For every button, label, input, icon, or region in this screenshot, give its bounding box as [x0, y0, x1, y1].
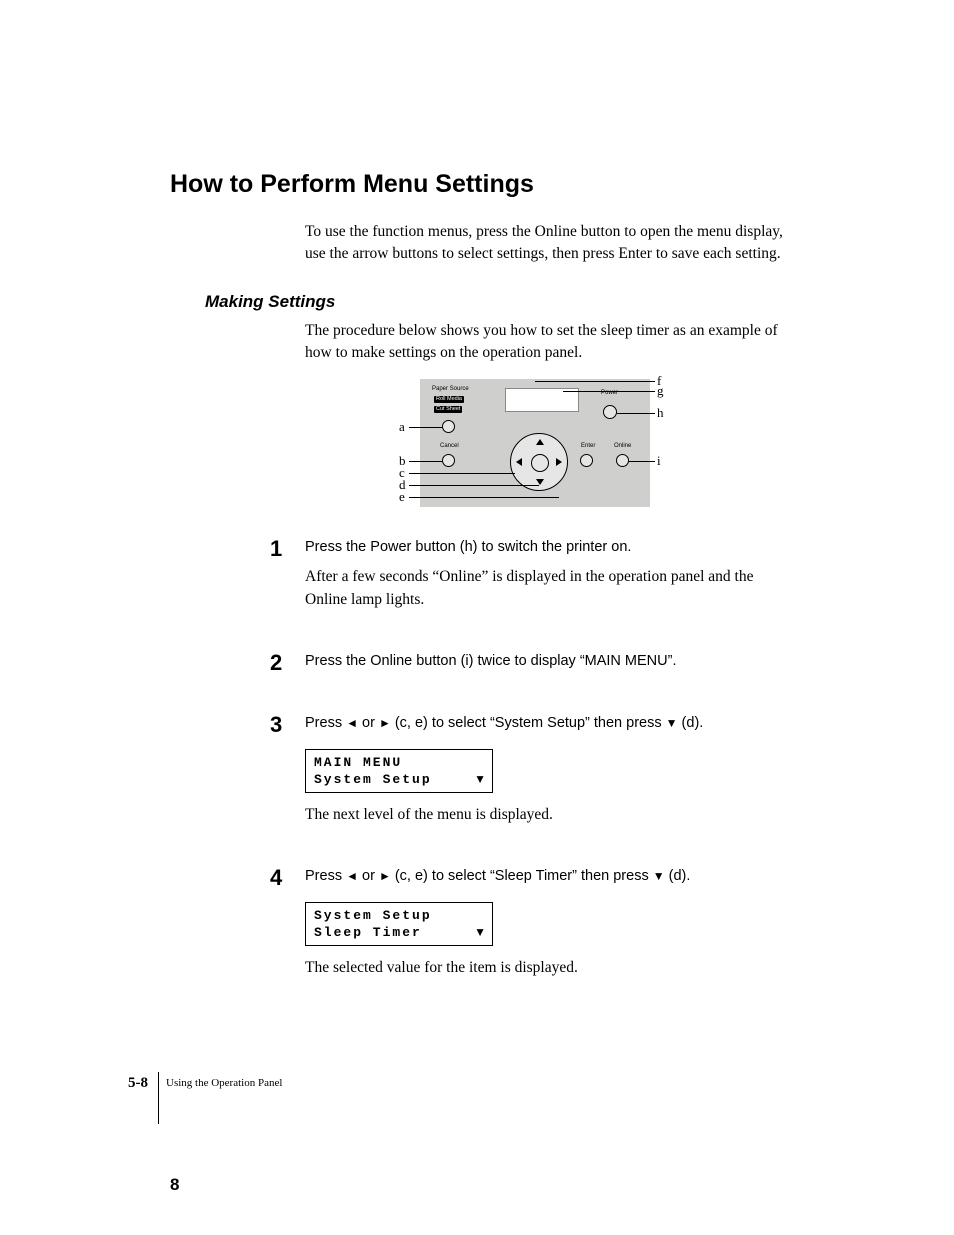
step-4: 4 Press ◄ or ► (c, e) to select “Sleep T…: [270, 866, 794, 979]
operation-panel-diagram: Paper Source ○ Data ○ Message Power Roll…: [305, 379, 794, 519]
step-number: 2: [270, 646, 282, 679]
step-3: 3 Press ◄ or ► (c, e) to select “System …: [270, 713, 794, 826]
label-paper-source: Paper Source: [432, 386, 469, 392]
step-lead: Press ◄ or ► (c, e) to select “Sleep Tim…: [305, 866, 794, 888]
lcd-line2: System Setup: [314, 771, 484, 789]
step-number: 4: [270, 861, 282, 894]
pill-roll-media: Roll Media: [434, 396, 464, 403]
right-arrow-icon: ►: [379, 716, 391, 730]
power-button: [603, 405, 617, 419]
down-arrow-icon: ▼: [474, 924, 486, 940]
step-lead: Press ◄ or ► (c, e) to select “System Se…: [305, 713, 794, 735]
page-title: How to Perform Menu Settings: [170, 170, 794, 199]
lcd-line2: Sleep Timer: [314, 924, 484, 942]
callout-a: a: [399, 419, 405, 435]
step-2: 2 Press the Online button (i) twice to d…: [270, 651, 794, 673]
step-follow: After a few seconds “Online” is displaye…: [305, 565, 794, 612]
step-1: 1 Press the Power button (h) to switch t…: [270, 537, 794, 611]
label-cancel: Cancel: [440, 443, 459, 449]
page-footer: 5-8 Using the Operation Panel: [100, 1075, 800, 1125]
right-arrow-icon: ►: [379, 869, 391, 883]
label-enter: Enter: [581, 443, 595, 449]
page-number: 5-8: [128, 1075, 148, 1092]
nav-up-icon: [536, 439, 544, 445]
panel-box: Paper Source ○ Data ○ Message Power Roll…: [420, 379, 650, 507]
lcd-display: System Setup Sleep Timer ▼: [305, 902, 493, 946]
pdf-page-number: 8: [170, 1175, 179, 1195]
callout-g: g: [657, 383, 664, 399]
step-follow: The selected value for the item is displ…: [305, 956, 794, 979]
subsection-heading: Making Settings: [205, 292, 794, 312]
nav-right-icon: [556, 458, 562, 466]
cancel-button: [442, 454, 455, 467]
left-arrow-icon: ◄: [346, 716, 358, 730]
enter-button: [580, 454, 593, 467]
step-lead: Press the Online button (i) twice to dis…: [305, 651, 794, 673]
step-number: 1: [270, 532, 282, 565]
step-number: 3: [270, 708, 282, 741]
step-lead: Press the Power button (h) to switch the…: [305, 537, 794, 559]
nav-left-icon: [516, 458, 522, 466]
lcd-line1: System Setup: [314, 907, 484, 925]
down-arrow-icon: ▼: [653, 869, 665, 883]
step-follow: The next level of the menu is displayed.: [305, 803, 794, 826]
paper-source-button: [442, 420, 455, 433]
callout-h: h: [657, 405, 664, 421]
pill-cut-sheet: Cut Sheet: [434, 406, 462, 413]
chapter-title: Using the Operation Panel: [166, 1077, 282, 1089]
nav-pad: [510, 433, 568, 491]
callout-i: i: [657, 453, 661, 469]
label-online: Online: [614, 443, 631, 449]
left-arrow-icon: ◄: [346, 869, 358, 883]
callout-e: e: [399, 489, 405, 505]
intro-paragraph: To use the function menus, press the Onl…: [305, 221, 794, 266]
down-arrow-icon: ▼: [666, 716, 678, 730]
lcd-display: MAIN MENU System Setup ▼: [305, 749, 493, 793]
lcd-line1: MAIN MENU: [314, 754, 484, 772]
down-arrow-icon: ▼: [474, 771, 486, 787]
footer-divider: [158, 1072, 159, 1124]
subsection-intro: The procedure below shows you how to set…: [305, 320, 794, 365]
online-button: [616, 454, 629, 467]
